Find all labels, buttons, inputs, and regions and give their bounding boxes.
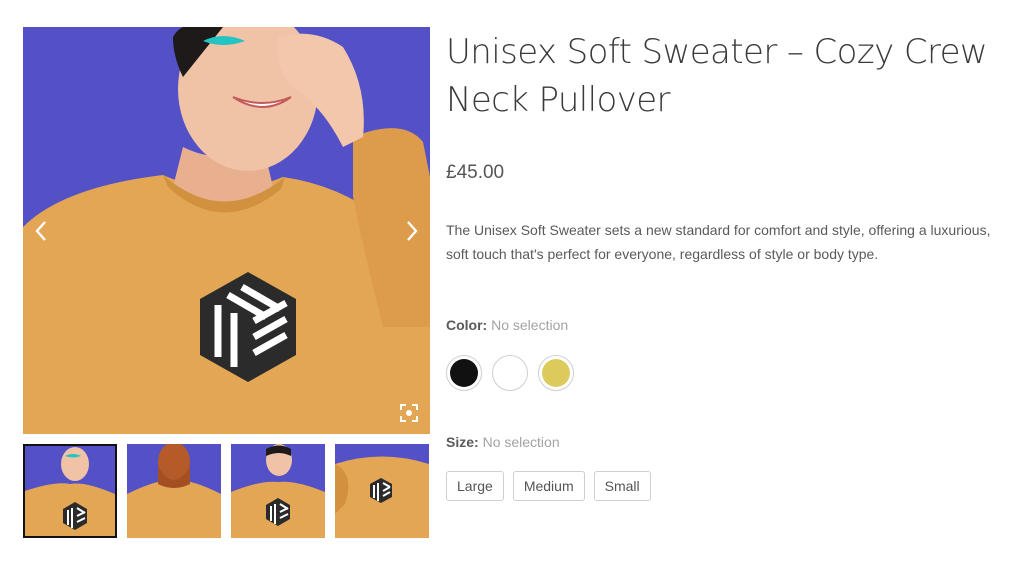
main-product-image[interactable] (23, 27, 430, 434)
chevron-right-icon (407, 221, 418, 241)
size-selection: No selection (482, 434, 560, 450)
product-price: £45.00 (446, 162, 505, 183)
color-swatches (446, 355, 574, 391)
size-attribute: Size: No selection Large Medium Small (446, 434, 651, 501)
product-title: Unisex Soft Sweater – Cozy Crew Neck Pul… (446, 32, 988, 120)
size-button-small[interactable]: Small (593, 471, 651, 501)
thumbnail-image (25, 446, 115, 536)
color-label-row: Color: No selection (446, 317, 574, 333)
product-gallery (23, 27, 430, 538)
product-summary: Unisex Soft Sweater – Cozy Crew Neck Pul… (446, 28, 1006, 501)
size-options: Large Medium Small (446, 471, 651, 501)
thumbnail-strip (23, 444, 430, 538)
previous-image-button[interactable] (27, 217, 55, 245)
thumbnail-image (127, 444, 221, 538)
color-swatch-white[interactable] (492, 355, 528, 391)
thumbnail-flat-lay[interactable] (335, 444, 429, 538)
size-button-medium[interactable]: Medium (512, 471, 585, 501)
swatch-fill (496, 359, 524, 387)
color-swatch-black[interactable] (446, 355, 482, 391)
color-selection: No selection (491, 317, 569, 333)
product-description: The Unisex Soft Sweater sets a new stand… (446, 222, 991, 262)
color-attribute: Color: No selection (446, 317, 574, 391)
swatch-fill (450, 359, 478, 387)
thumbnail-image (335, 444, 429, 538)
thumbnail-back-view[interactable] (127, 444, 221, 538)
thumbnail-front-smiling[interactable] (23, 444, 117, 538)
thumbnail-image (231, 444, 325, 538)
size-button-large[interactable]: Large (446, 471, 504, 501)
thumbnail-front-hand-hair[interactable] (231, 444, 325, 538)
zoom-button[interactable] (396, 400, 422, 426)
product-photo (23, 27, 430, 434)
color-label: Color: (446, 317, 488, 333)
color-swatch-yellow[interactable] (538, 355, 574, 391)
size-label: Size: (446, 434, 479, 450)
next-image-button[interactable] (398, 217, 426, 245)
size-label-row: Size: No selection (446, 434, 651, 450)
chevron-left-icon (35, 221, 46, 241)
swatch-fill (542, 359, 570, 387)
zoom-icon (400, 404, 418, 422)
